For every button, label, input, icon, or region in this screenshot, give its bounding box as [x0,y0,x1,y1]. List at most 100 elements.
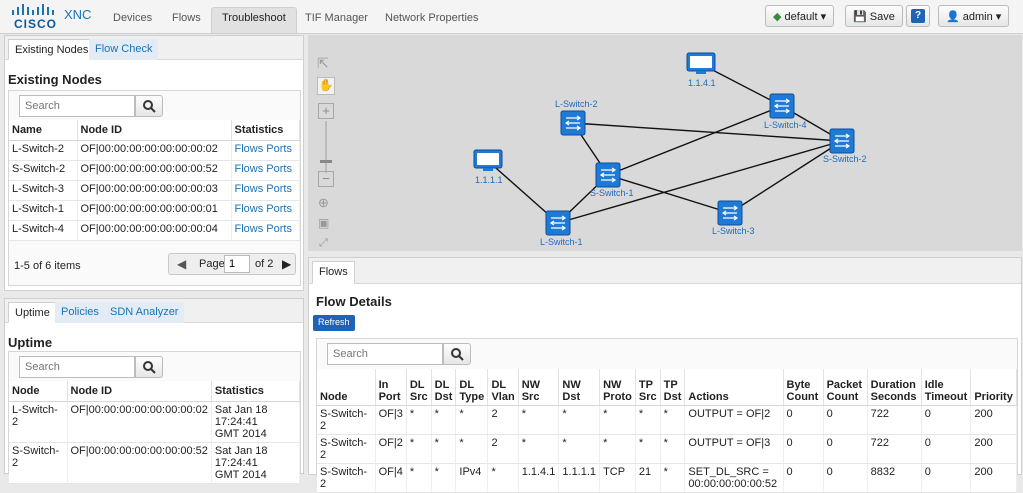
flow-column-header[interactable]: Priority [970,369,1017,406]
flow-row[interactable]: S-Switch-2 OF|2 * * * 2 * * * * * OUTPUT = OF|3 0 0 72… [317,434,1017,464]
nav-tab-flows[interactable]: Flows [162,8,211,34]
flows-link[interactable]: Flows [235,183,264,195]
next-page-icon[interactable]: ▶ [282,257,291,271]
flows-link[interactable]: Flows [235,203,264,215]
existing-nodes-grid: Name Node ID Statistics L-Switch-2 OF|00:… [8,90,301,286]
flow-row[interactable]: S-Switch-2 OF|3 * * * 2 * * * * * OUTPUT = OF|2 0 0 72… [317,405,1017,435]
header-line-2: Src [409,390,428,403]
header-line-2: Proto [603,390,632,403]
table-row[interactable]: L-Switch-1 OF|00:00:00:00:00:00:00:01 Flow… [9,200,300,221]
nav-tab-devices[interactable]: Devices [103,8,162,34]
tab-policies[interactable]: Policies [55,302,105,323]
flow-column-header[interactable]: DL Type [455,369,489,406]
flows-link[interactable]: Flows [235,223,264,235]
flow-cell: 200 [970,463,1017,493]
existing-nodes-search-button[interactable] [135,95,163,117]
ports-link[interactable]: Ports [266,163,292,175]
flow-cell: * [455,434,489,464]
header-line-1: Idle [924,378,944,391]
table-row[interactable]: S-Switch-2 OF|00:00:00:00:00:00:00:52 Sat … [9,442,301,484]
ports-link[interactable]: Ports [266,223,292,235]
switch-node[interactable]: L-Switch-2 [555,99,598,136]
prev-page-icon[interactable]: ◀ [177,257,186,271]
flow-row[interactable]: S-Switch-2 OF|4 * * IPv4 * 1.1.4.1 1.1.1.1 TCP 21… [317,463,1017,493]
nav-tab-network-properties[interactable]: Network Properties [375,8,489,34]
table-row[interactable]: S-Switch-2 OF|00:00:00:00:00:00:00:52 Flow… [9,160,300,181]
tab-flow-check[interactable]: Flow Check [89,39,159,60]
table-row[interactable]: L-Switch-2 OF|00:00:00:00:00:00:00:02 Flow… [9,140,300,161]
flow-cell: OUTPUT = OF|2 [684,405,784,435]
tab-sdn-analyzer[interactable]: SDN Analyzer [104,302,185,323]
switch-label: S-Switch-2 [823,154,867,164]
flows-search-button[interactable] [443,343,471,365]
header-line-2: Dst [562,390,581,403]
node-id-cell: OF|00:00:00:00:00:00:00:03 [77,180,232,201]
flow-column-header[interactable]: NW Dst [558,369,601,406]
tab-flows[interactable]: Flows [312,261,355,284]
help-button[interactable]: ? [906,5,930,27]
header-line-2: Count [826,390,859,403]
flow-cell: * [406,463,432,493]
flow-column-header[interactable]: In Port [375,369,407,406]
flows-search-input[interactable] [327,343,443,365]
tab-uptime[interactable]: Uptime [8,302,57,323]
switch-node[interactable]: L-Switch-3 [712,200,755,236]
host-1111[interactable]: 1.1.1.1 [473,149,503,185]
node-name: L-Switch-3 [12,182,64,195]
header-line-2: Type [459,390,485,403]
flow-column-header[interactable]: Node [317,369,376,406]
user-menu[interactable]: 👤 admin ▾ [938,5,1010,27]
ports-link[interactable]: Ports [266,183,292,195]
flow-column-header[interactable]: DL Dst [431,369,457,406]
switch-node[interactable]: L-Switch-1 [540,210,583,247]
flow-column-header[interactable]: DL Vlan [487,369,519,406]
flow-column-header[interactable]: Duration Seconds [867,369,922,406]
node-id-cell: OF|00:00:00:00:00:00:00:02 [77,140,232,161]
table-row[interactable]: L-Switch-3 OF|00:00:00:00:00:00:00:03 Flow… [9,180,300,201]
flow-column-header[interactable]: DL Src [406,369,432,406]
slice-label: default [784,11,818,23]
col-name[interactable]: Name [9,120,78,141]
col-node-id[interactable]: Node ID [77,120,232,141]
flow-cell: * [518,405,560,435]
header-line-2: Count [786,390,819,403]
flow-column-header[interactable]: Idle Timeout [921,369,972,406]
flow-column-header[interactable]: TP Src [635,369,661,406]
flow-column-header[interactable]: TP Dst [660,369,686,406]
col-node[interactable]: Node [9,381,68,402]
topology-canvas[interactable]: ⇱ ✋ + − ⊕ ▣ ⤢ 1.1.4.1 1.1.1.1 L-Switch-2… [308,35,1022,251]
uptime-search-input[interactable] [19,356,135,378]
nav-tab-tif-manager[interactable]: TIF Manager [295,8,378,34]
flow-cell: 200 [970,434,1017,464]
slice-dropdown[interactable]: ◆ default ▾ [765,5,835,27]
flows-link[interactable]: Flows [235,143,264,155]
ports-link[interactable]: Ports [266,143,292,155]
uptime-search-button[interactable] [135,356,163,378]
ports-link[interactable]: Ports [266,203,292,215]
col-node-id[interactable]: Node ID [67,381,212,402]
flow-cell: 21 [635,463,661,493]
existing-nodes-search-input[interactable] [19,95,135,117]
page-input[interactable] [224,255,250,273]
flow-column-header[interactable]: Packet Count [823,369,868,406]
switch-node[interactable]: L-Switch-4 [764,93,807,130]
flow-cell: * [406,405,432,435]
flow-column-header[interactable]: Byte Count [783,369,824,406]
table-row[interactable]: L-Switch-2 OF|00:00:00:00:00:00:00:02 Sat … [9,401,301,443]
switch-node[interactable]: S-Switch-2 [823,128,867,164]
tab-existing-nodes[interactable]: Existing Nodes [8,39,96,60]
host-1141[interactable]: 1.1.4.1 [686,52,716,88]
node-id: OF|00:00:00:00:00:00:00:04 [80,222,218,235]
flow-column-header[interactable]: NW Src [518,369,560,406]
flow-cell: * [558,405,601,435]
flows-link[interactable]: Flows [235,163,264,175]
header-line-2: Src [638,390,657,403]
refresh-button[interactable]: Refresh [313,315,355,331]
save-button[interactable]: 💾 Save [845,5,903,27]
nav-tab-troubleshoot[interactable]: Troubleshoot [211,7,297,33]
col-statistics[interactable]: Statistics [231,120,300,141]
col-statistics[interactable]: Statistics [211,381,301,402]
table-row[interactable]: L-Switch-4 OF|00:00:00:00:00:00:00:04 Flow… [9,220,300,241]
flow-column-header[interactable]: Actions [684,369,784,406]
flow-column-header[interactable]: NW Proto [599,369,636,406]
